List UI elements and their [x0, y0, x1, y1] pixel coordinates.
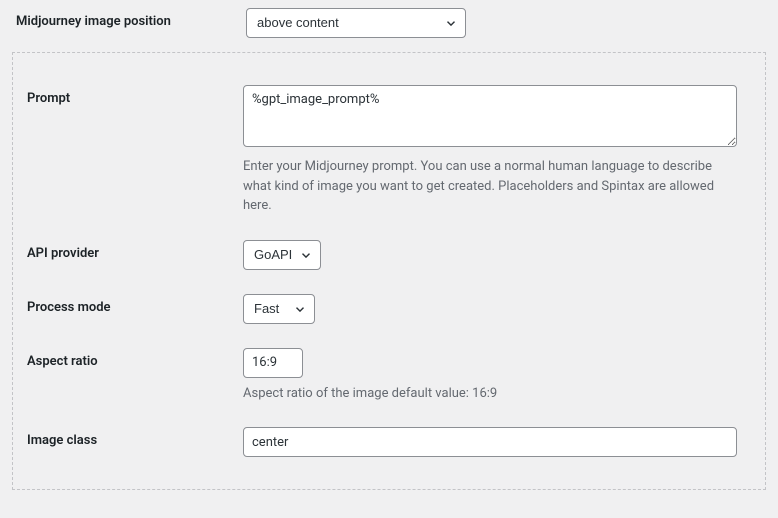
- aspect-ratio-field: Aspect ratio of the image default value:…: [243, 348, 755, 404]
- image-class-field: [243, 427, 755, 457]
- image-position-label: Midjourney image position: [16, 8, 246, 29]
- api-provider-field: GoAPI: [243, 240, 755, 270]
- api-provider-select[interactable]: GoAPI: [243, 240, 321, 270]
- process-mode-label: Process mode: [23, 294, 243, 315]
- image-position-field: above content: [246, 8, 768, 38]
- process-mode-row: Process mode Fast: [13, 282, 765, 336]
- image-class-input[interactable]: [243, 427, 737, 457]
- api-provider-select-wrap: GoAPI: [243, 240, 321, 270]
- api-provider-row: API provider GoAPI: [13, 228, 765, 282]
- image-class-label: Image class: [23, 427, 243, 448]
- aspect-ratio-label: Aspect ratio: [23, 348, 243, 369]
- image-position-select-wrap: above content: [246, 8, 466, 38]
- process-mode-select[interactable]: Fast: [243, 294, 315, 324]
- image-class-row: Image class: [13, 415, 765, 469]
- api-provider-label: API provider: [23, 240, 243, 261]
- aspect-ratio-input[interactable]: [243, 348, 303, 378]
- prompt-textarea[interactable]: %gpt_image_prompt%: [243, 85, 737, 147]
- aspect-ratio-row: Aspect ratio Aspect ratio of the image d…: [13, 336, 765, 416]
- prompt-field: %gpt_image_prompt% Enter your Midjourney…: [243, 85, 755, 216]
- image-position-row: Midjourney image position above content: [0, 0, 778, 46]
- process-mode-field: Fast: [243, 294, 755, 324]
- prompt-description: Enter your Midjourney prompt. You can us…: [243, 157, 737, 216]
- image-position-select[interactable]: above content: [246, 8, 466, 38]
- prompt-row: Prompt %gpt_image_prompt% Enter your Mid…: [13, 73, 765, 228]
- settings-panel: Prompt %gpt_image_prompt% Enter your Mid…: [12, 52, 766, 490]
- process-mode-select-wrap: Fast: [243, 294, 315, 324]
- aspect-ratio-description: Aspect ratio of the image default value:…: [243, 384, 737, 404]
- prompt-label: Prompt: [23, 85, 243, 106]
